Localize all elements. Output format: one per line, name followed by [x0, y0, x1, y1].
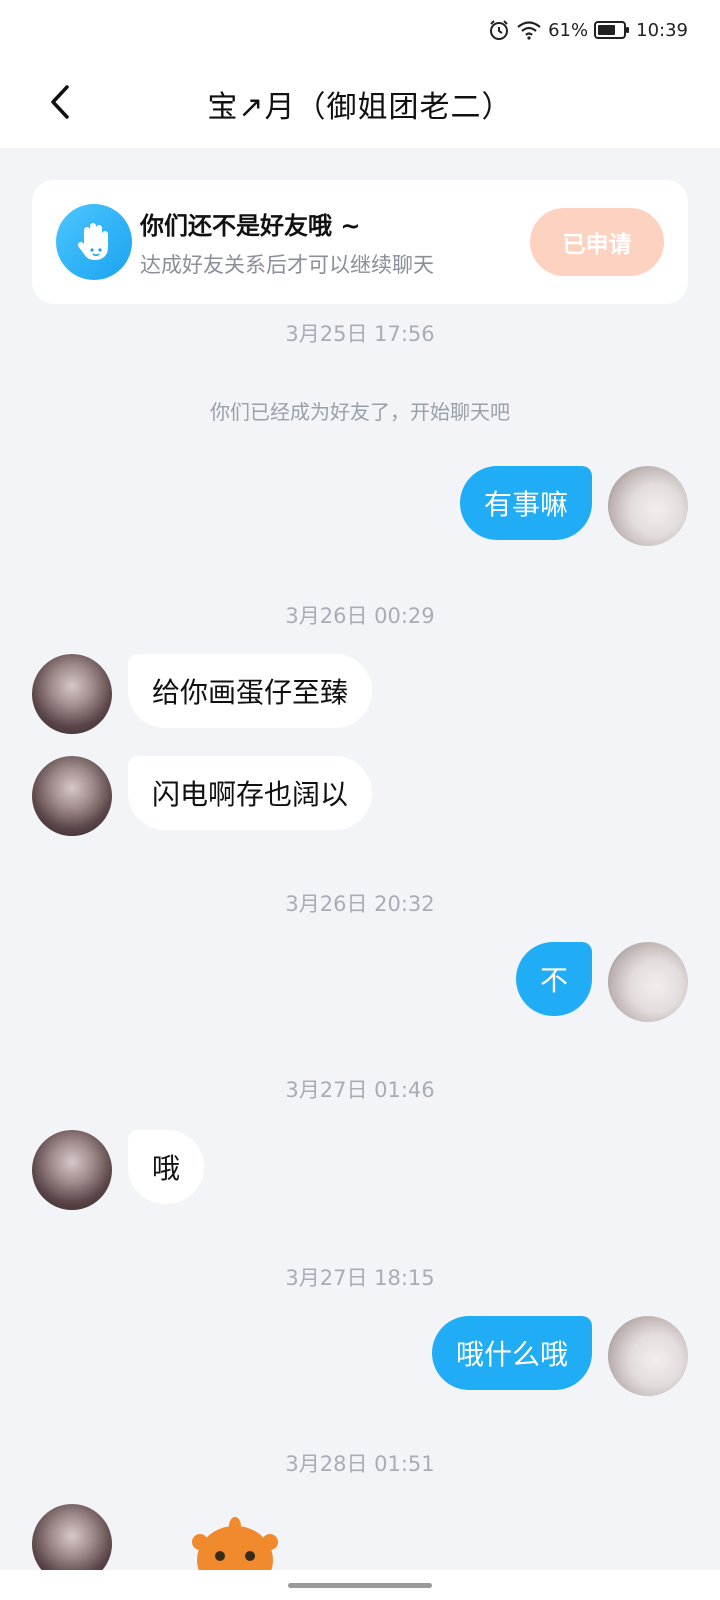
- message-bubble-in[interactable]: 闪电啊存也阔以: [128, 756, 373, 830]
- message-bubble-in[interactable]: 给你画蛋仔至臻: [128, 654, 373, 728]
- wifi-icon: [516, 20, 542, 40]
- alarm-icon: [488, 19, 510, 41]
- card-title: 你们还不是好友哦 ~: [140, 211, 361, 240]
- battery-percent: 61%: [548, 19, 589, 41]
- message-bubble-out[interactable]: 哦什么哦: [431, 1316, 592, 1390]
- message-bubble-in[interactable]: 哦: [128, 1130, 205, 1204]
- card-subtitle: 达成好友关系后才可以继续聊天: [140, 252, 434, 277]
- avatar-me[interactable]: [608, 466, 688, 546]
- message-bubble-out[interactable]: 不: [515, 942, 592, 1016]
- message-bubble-out[interactable]: 有事嘛: [459, 466, 592, 540]
- chat-header: 宝↗月（御姐团老二）: [0, 60, 720, 148]
- avatar-me[interactable]: [608, 942, 688, 1022]
- sticker-image[interactable]: [190, 1512, 280, 1570]
- avatar-contact[interactable]: [32, 1130, 112, 1210]
- hand-icon: [56, 204, 132, 280]
- timestamp: 3月28日 01:51: [285, 1452, 435, 1476]
- timestamp: 3月25日 17:56: [285, 322, 435, 344]
- timestamp: 3月27日 18:15: [285, 1266, 435, 1290]
- timestamp: 3月27日 01:46: [285, 1078, 435, 1102]
- avatar-contact[interactable]: [32, 756, 112, 836]
- chat-list[interactable]: 3月25日 17:56 你们已经成为好友了，开始聊天吧 有事嘛 3月26日 00…: [0, 304, 720, 1570]
- bottom-bar: [0, 1570, 720, 1600]
- applied-button[interactable]: 已申请: [530, 208, 664, 276]
- status-bar: 61% 10:39: [0, 0, 720, 60]
- back-button[interactable]: [36, 80, 84, 128]
- battery-icon: [594, 20, 630, 40]
- home-indicator[interactable]: [288, 1582, 432, 1588]
- avatar-me[interactable]: [608, 1316, 688, 1396]
- timestamp: 3月26日 20:32: [285, 892, 435, 916]
- avatar-contact[interactable]: [32, 1504, 112, 1570]
- page-title: 宝↗月（御姐团老二）: [207, 90, 513, 125]
- system-message: 你们已经成为好友了，开始聊天吧: [210, 400, 510, 424]
- clock-time: 10:39: [636, 19, 688, 41]
- timestamp: 3月26日 00:29: [285, 604, 435, 628]
- chevron-left-icon: [48, 84, 72, 124]
- not-friends-card: 你们还不是好友哦 ~ 达成好友关系后才可以继续聊天 已申请: [32, 180, 688, 304]
- avatar-contact[interactable]: [32, 654, 112, 734]
